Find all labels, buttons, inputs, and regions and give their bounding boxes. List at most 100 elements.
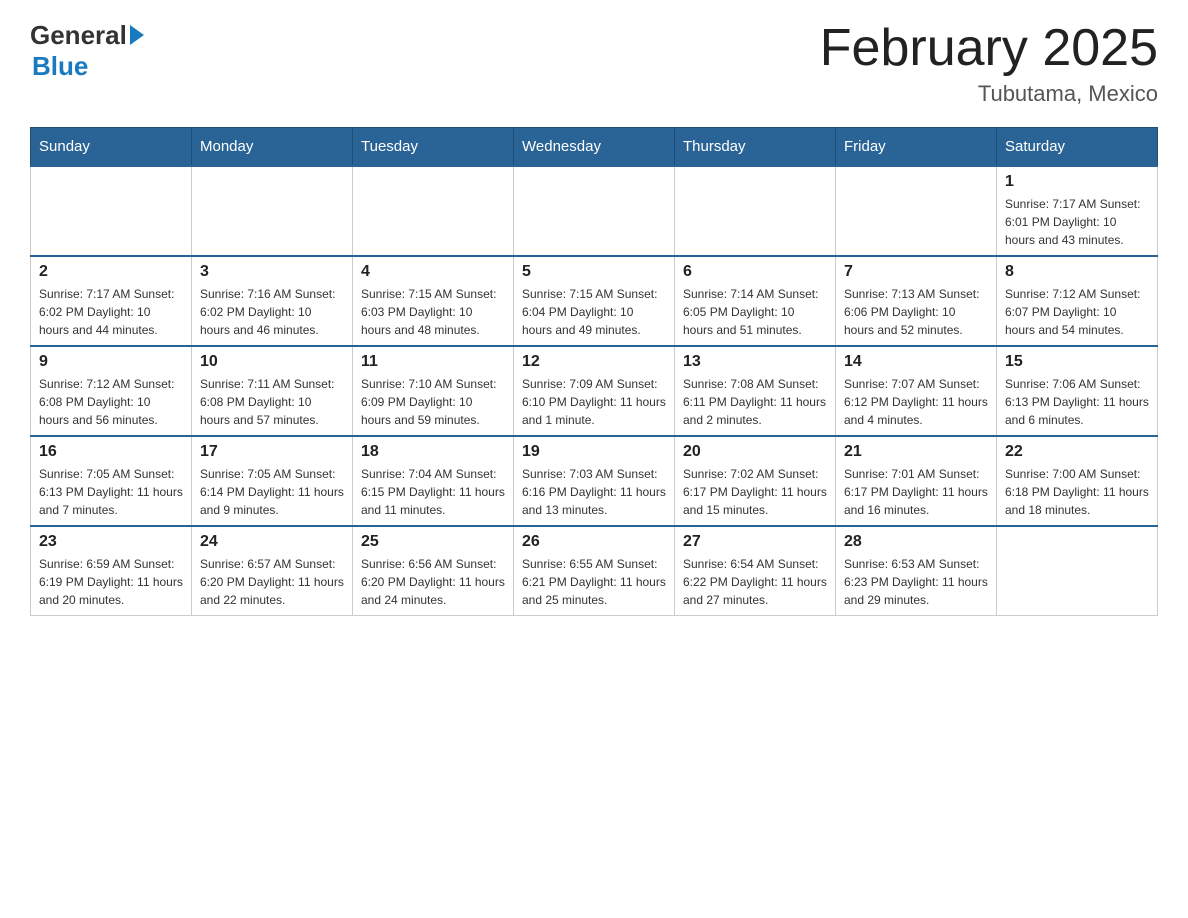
day-number: 28 [844,533,988,551]
day-number: 24 [200,533,344,551]
day-number: 3 [200,263,344,281]
logo: General Blue [30,20,144,82]
calendar-cell: 2 Sunrise: 7:17 AM Sunset: 6:02 PM Daylig… [31,256,192,346]
calendar-cell: 23 Sunrise: 6:59 AM Sunset: 6:19 PM Dayli… [31,526,192,616]
day-number: 5 [522,263,666,281]
col-header-friday: Friday [836,128,997,167]
calendar-cell: 3 Sunrise: 7:16 AM Sunset: 6:02 PM Daylig… [192,256,353,346]
calendar-cell: 9Sunrise: 7:12 AM Sunset: 6:08 PM Daylig… [31,346,192,436]
day-info: Sunrise: 7:00 AM Sunset: 6:18 PM Dayligh… [1005,465,1149,519]
month-title: February 2025 [820,20,1158,77]
week-row-5: 23 Sunrise: 6:59 AM Sunset: 6:19 PM Dayli… [31,526,1158,616]
calendar-cell [192,166,353,256]
day-info: Sunrise: 7:03 AM Sunset: 6:16 PM Dayligh… [522,465,666,519]
day-number: 18 [361,443,505,461]
day-info: Sunrise: 7:15 AM Sunset: 6:04 PM Dayligh… [522,285,666,339]
calendar-table: SundayMondayTuesdayWednesdayThursdayFrid… [30,127,1158,616]
col-header-monday: Monday [192,128,353,167]
day-number: 8 [1005,263,1149,281]
day-info: Sunrise: 7:02 AM Sunset: 6:17 PM Dayligh… [683,465,827,519]
day-number: 19 [522,443,666,461]
week-row-1: 1 Sunrise: 7:17 AM Sunset: 6:01 PM Daylig… [31,166,1158,256]
day-info: Sunrise: 6:57 AM Sunset: 6:20 PM Dayligh… [200,555,344,609]
calendar-cell [353,166,514,256]
day-info: Sunrise: 6:54 AM Sunset: 6:22 PM Dayligh… [683,555,827,609]
calendar-cell [836,166,997,256]
day-info: Sunrise: 7:16 AM Sunset: 6:02 PM Dayligh… [200,285,344,339]
day-number: 7 [844,263,988,281]
week-row-2: 2 Sunrise: 7:17 AM Sunset: 6:02 PM Daylig… [31,256,1158,346]
calendar-cell [31,166,192,256]
col-header-thursday: Thursday [675,128,836,167]
day-info: Sunrise: 7:12 AM Sunset: 6:07 PM Dayligh… [1005,285,1149,339]
calendar-cell: 19 Sunrise: 7:03 AM Sunset: 6:16 PM Dayli… [514,436,675,526]
day-info: Sunrise: 7:09 AM Sunset: 6:10 PM Dayligh… [522,375,666,429]
col-header-wednesday: Wednesday [514,128,675,167]
calendar-cell: 13 Sunrise: 7:08 AM Sunset: 6:11 PM Dayli… [675,346,836,436]
day-info: Sunrise: 6:59 AM Sunset: 6:19 PM Dayligh… [39,555,183,609]
day-number: 26 [522,533,666,551]
page-header: General Blue February 2025 Tubutama, Mex… [30,20,1158,107]
day-number: 16 [39,443,183,461]
calendar-cell: 8 Sunrise: 7:12 AM Sunset: 6:07 PM Daylig… [997,256,1158,346]
calendar-cell: 25Sunrise: 6:56 AM Sunset: 6:20 PM Dayli… [353,526,514,616]
day-number: 17 [200,443,344,461]
logo-arrow-icon [130,25,144,45]
day-number: 13 [683,353,827,371]
calendar-cell: 22 Sunrise: 7:00 AM Sunset: 6:18 PM Dayli… [997,436,1158,526]
day-number: 10 [200,353,344,371]
day-info: Sunrise: 7:12 AM Sunset: 6:08 PM Dayligh… [39,375,183,429]
day-number: 11 [361,353,505,371]
day-info: Sunrise: 7:17 AM Sunset: 6:02 PM Dayligh… [39,285,183,339]
calendar-cell: 21 Sunrise: 7:01 AM Sunset: 6:17 PM Dayli… [836,436,997,526]
calendar-cell: 10 Sunrise: 7:11 AM Sunset: 6:08 PM Dayli… [192,346,353,436]
day-number: 12 [522,353,666,371]
calendar-cell: 18 Sunrise: 7:04 AM Sunset: 6:15 PM Dayli… [353,436,514,526]
day-info: Sunrise: 7:15 AM Sunset: 6:03 PM Dayligh… [361,285,505,339]
day-number: 14 [844,353,988,371]
day-number: 6 [683,263,827,281]
day-info: Sunrise: 7:05 AM Sunset: 6:14 PM Dayligh… [200,465,344,519]
day-info: Sunrise: 7:06 AM Sunset: 6:13 PM Dayligh… [1005,375,1149,429]
calendar-cell: 16 Sunrise: 7:05 AM Sunset: 6:13 PM Dayli… [31,436,192,526]
day-number: 1 [1005,173,1149,191]
day-info: Sunrise: 7:04 AM Sunset: 6:15 PM Dayligh… [361,465,505,519]
day-info: Sunrise: 7:01 AM Sunset: 6:17 PM Dayligh… [844,465,988,519]
logo-blue-text: Blue [32,51,88,81]
title-area: February 2025 Tubutama, Mexico [820,20,1158,107]
day-info: Sunrise: 7:17 AM Sunset: 6:01 PM Dayligh… [1005,195,1149,249]
col-header-tuesday: Tuesday [353,128,514,167]
day-number: 4 [361,263,505,281]
calendar-cell [675,166,836,256]
calendar-cell: 27 Sunrise: 6:54 AM Sunset: 6:22 PM Dayli… [675,526,836,616]
day-info: Sunrise: 7:10 AM Sunset: 6:09 PM Dayligh… [361,375,505,429]
calendar-cell: 24 Sunrise: 6:57 AM Sunset: 6:20 PM Dayli… [192,526,353,616]
day-number: 21 [844,443,988,461]
day-info: Sunrise: 7:08 AM Sunset: 6:11 PM Dayligh… [683,375,827,429]
day-info: Sunrise: 6:55 AM Sunset: 6:21 PM Dayligh… [522,555,666,609]
calendar-cell: 11 Sunrise: 7:10 AM Sunset: 6:09 PM Dayli… [353,346,514,436]
calendar-cell: 14Sunrise: 7:07 AM Sunset: 6:12 PM Dayli… [836,346,997,436]
calendar-cell [514,166,675,256]
logo-general-text: General [30,20,127,51]
day-number: 22 [1005,443,1149,461]
calendar-cell: 17 Sunrise: 7:05 AM Sunset: 6:14 PM Dayli… [192,436,353,526]
calendar-cell: 1 Sunrise: 7:17 AM Sunset: 6:01 PM Daylig… [997,166,1158,256]
day-info: Sunrise: 7:11 AM Sunset: 6:08 PM Dayligh… [200,375,344,429]
day-number: 2 [39,263,183,281]
day-number: 20 [683,443,827,461]
day-info: Sunrise: 7:14 AM Sunset: 6:05 PM Dayligh… [683,285,827,339]
day-number: 15 [1005,353,1149,371]
day-info: Sunrise: 7:13 AM Sunset: 6:06 PM Dayligh… [844,285,988,339]
col-header-saturday: Saturday [997,128,1158,167]
calendar-cell: 28Sunrise: 6:53 AM Sunset: 6:23 PM Dayli… [836,526,997,616]
day-number: 23 [39,533,183,551]
calendar-cell: 15 Sunrise: 7:06 AM Sunset: 6:13 PM Dayli… [997,346,1158,436]
week-row-4: 16 Sunrise: 7:05 AM Sunset: 6:13 PM Dayli… [31,436,1158,526]
calendar-cell: 5 Sunrise: 7:15 AM Sunset: 6:04 PM Daylig… [514,256,675,346]
week-row-3: 9Sunrise: 7:12 AM Sunset: 6:08 PM Daylig… [31,346,1158,436]
day-number: 27 [683,533,827,551]
location-text: Tubutama, Mexico [820,81,1158,107]
day-info: Sunrise: 6:56 AM Sunset: 6:20 PM Dayligh… [361,555,505,609]
day-info: Sunrise: 7:05 AM Sunset: 6:13 PM Dayligh… [39,465,183,519]
